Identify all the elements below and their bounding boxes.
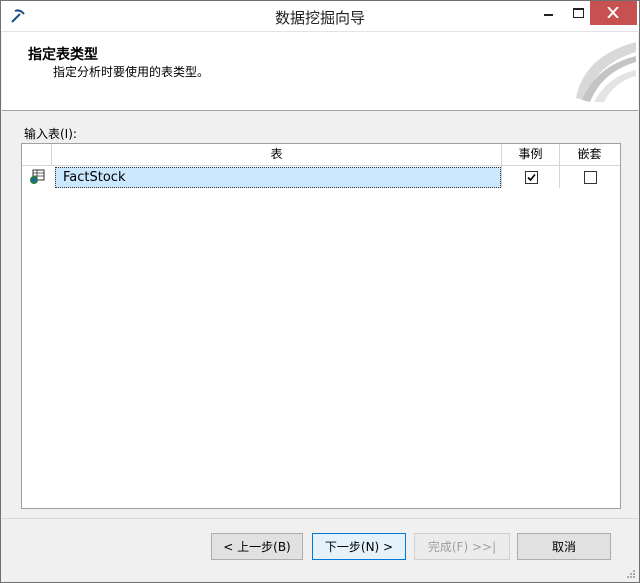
title-bar[interactable]: 数据挖掘向导 [1,1,639,32]
column-header-table[interactable]: 表 [52,144,502,165]
input-tables-grid[interactable]: 表 事例 嵌套 FactStock [21,143,621,509]
table-name: FactStock [63,170,126,185]
close-icon [607,7,619,18]
column-divider [559,166,560,188]
resize-grip-icon[interactable] [625,568,635,578]
case-checkbox[interactable] [525,171,538,184]
column-header-icon [22,144,52,165]
maximize-button[interactable] [567,1,591,25]
close-button[interactable] [590,1,637,25]
table-icon [29,169,45,185]
input-tables-label: 输入表(I): [24,127,77,141]
cancel-button[interactable]: 取消 [517,533,611,560]
wizard-header: 指定表类型 指定分析时要使用的表类型。 [2,32,638,111]
checkmark-icon [527,173,536,182]
footer-divider [2,518,638,519]
page-subtitle: 指定分析时要使用的表类型。 [53,65,210,79]
column-header-nested[interactable]: 嵌套 [560,144,619,165]
nested-checkbox[interactable] [584,171,597,184]
column-divider [501,166,502,188]
column-header-case[interactable]: 事例 [502,144,560,165]
grid-header: 表 事例 嵌套 [22,144,620,166]
minimize-button[interactable] [536,1,560,25]
wizard-window: 数据挖掘向导 指定表类型 指定分析时要使用的表类型。 输入表(I): 表 事例 … [0,0,640,583]
wizard-swoosh-graphic [576,42,636,102]
table-name-cell[interactable]: FactStock [55,167,501,188]
next-button[interactable]: 下一步(N) > [312,533,406,560]
table-row[interactable]: FactStock [22,166,620,188]
page-title: 指定表类型 [28,47,98,63]
finish-button[interactable]: 完成(F) >>| [414,533,510,560]
back-button[interactable]: < 上一步(B) [211,533,303,560]
